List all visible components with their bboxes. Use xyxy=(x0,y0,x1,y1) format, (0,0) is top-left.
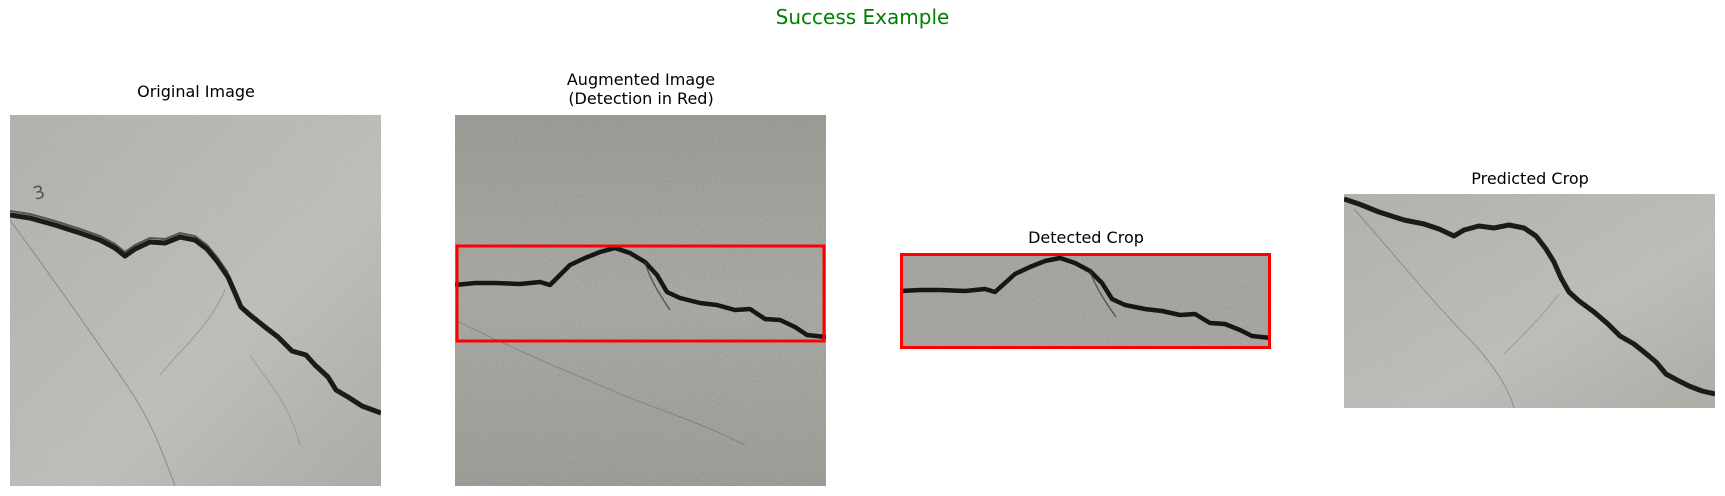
panel-title-augmented: Augmented Image (Detection in Red) xyxy=(566,70,716,108)
figure-title: Success Example xyxy=(775,5,950,29)
panel-title-detected-crop: Detected Crop xyxy=(1028,228,1144,247)
detected-crop-image xyxy=(900,253,1271,349)
panel-title-original: Original Image xyxy=(137,82,255,101)
predicted-crop-image xyxy=(1344,194,1715,408)
panel-title-predicted-crop: Predicted Crop xyxy=(1471,169,1589,188)
original-image: 3 xyxy=(10,115,381,486)
augmented-image xyxy=(455,115,826,486)
